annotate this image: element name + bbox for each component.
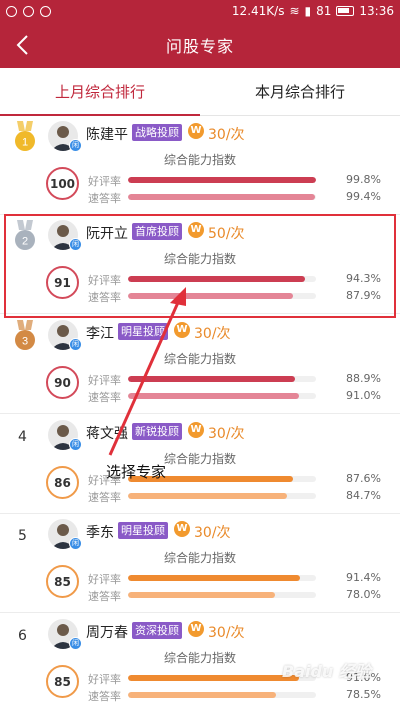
speed-rate-bar <box>128 592 316 598</box>
score-circle: 85 <box>46 665 79 698</box>
coin-icon: W <box>188 123 204 139</box>
coin-icon: W <box>188 621 204 637</box>
expert-name: 蒋文强 <box>86 426 128 442</box>
price-label: 30/次 <box>208 625 245 641</box>
ranking-tabs: 上月综合排行 本月综合排行 <box>0 68 400 116</box>
tab-this-month[interactable]: 本月综合排行 <box>200 68 400 115</box>
speed-rate-fill <box>128 194 315 200</box>
notification-icon <box>6 5 17 17</box>
expert-card[interactable]: 3 闲李江 明星投顾 W 30/次 综合能力指数 90 好评率 88.9% 速答率 91.0% <box>0 315 400 414</box>
medal-icon: 3 <box>15 320 35 350</box>
status-bar: 12.41K/s ≋ ▮ 81 13:36 <box>0 0 400 22</box>
expert-name: 李江 <box>86 326 114 342</box>
battery-level: 81 <box>316 4 332 18</box>
good-rate-fill <box>128 177 316 183</box>
price-label: 30/次 <box>208 426 245 442</box>
speed-rate-value: 78.0% <box>346 588 381 601</box>
good-rate-fill <box>128 376 296 382</box>
rank-number: 3 <box>22 336 28 348</box>
speed-rate-value: 78.5% <box>346 688 381 701</box>
network-speed: 12.41K/s <box>231 4 285 18</box>
back-button[interactable] <box>10 30 38 60</box>
highlight-box <box>4 214 396 318</box>
good-rate-label: 好评率 <box>88 573 121 586</box>
good-rate-bar <box>128 177 316 183</box>
speed-rate-bar <box>128 692 316 698</box>
expert-tag: 明星投顾 <box>118 522 168 539</box>
speed-rate-label: 速答率 <box>88 590 121 603</box>
annotation-label: 选择专家 <box>106 463 167 481</box>
tab-last-month[interactable]: 上月综合排行 <box>0 68 200 116</box>
score-circle: 85 <box>46 565 79 598</box>
watermark-logo: Baidu 经验 <box>282 662 371 681</box>
good-rate-value: 99.8% <box>346 173 381 186</box>
expert-card[interactable]: 1 闲陈建平 战略投顾 W 30/次 综合能力指数 100 好评率 99.8% 速答率 99.4% <box>0 116 400 215</box>
index-label: 综合能力指数 <box>163 452 236 466</box>
coin-icon: W <box>174 322 190 338</box>
speed-rate-value: 91.0% <box>346 389 381 402</box>
rank-number: 6 <box>18 628 27 644</box>
expert-tag: 新锐投顾 <box>132 423 182 440</box>
minus-icon <box>40 5 51 17</box>
price-label: 30/次 <box>194 525 231 541</box>
speed-rate-bar <box>128 393 316 399</box>
good-rate-value: 88.9% <box>346 372 381 385</box>
good-rate-value: 91.4% <box>346 571 381 584</box>
expert-tag: 战略投顾 <box>132 124 182 141</box>
speed-rate-bar <box>128 493 316 499</box>
good-rate-value: 87.6% <box>346 472 381 485</box>
index-label: 综合能力指数 <box>163 153 236 167</box>
index-label: 综合能力指数 <box>163 551 236 565</box>
rank-number: 1 <box>22 137 28 149</box>
chevron-left-icon <box>16 35 28 55</box>
good-rate-label: 好评率 <box>88 374 121 387</box>
score-circle: 100 <box>46 167 79 200</box>
speed-rate-fill <box>128 592 275 598</box>
expert-card[interactable]: 5 闲季东 明星投顾 W 30/次 综合能力指数 85 好评率 91.4% 速答率 78.0% <box>0 514 400 613</box>
speed-rate-label: 速答率 <box>88 491 121 504</box>
expert-name: 季东 <box>86 525 114 541</box>
clock: 13:36 <box>359 4 394 18</box>
coin-icon: W <box>188 422 204 438</box>
speed-rate-label: 速答率 <box>88 192 121 205</box>
expert-name: 陈建平 <box>86 127 128 143</box>
expert-tag: 资深投顾 <box>132 622 182 639</box>
speed-rate-value: 99.4% <box>346 190 381 203</box>
speed-rate-fill <box>128 393 300 399</box>
rank-number: 5 <box>18 528 27 544</box>
navigation-bar: 问股专家 <box>0 22 400 68</box>
speed-rate-fill <box>128 692 276 698</box>
expert-name: 周万春 <box>86 625 128 641</box>
page-title: 问股专家 <box>165 37 234 56</box>
signal-icon: ▮ <box>304 4 312 18</box>
speed-rate-label: 速答率 <box>88 690 121 703</box>
price-label: 30/次 <box>208 127 245 143</box>
app-screen: 12.41K/s ≋ ▮ 81 13:36 问股专家 上月综合排行 本月综合排行… <box>0 0 400 705</box>
score-circle: 90 <box>46 366 79 399</box>
score-circle: 86 <box>46 466 79 499</box>
good-rate-label: 好评率 <box>88 673 121 686</box>
expert-card[interactable]: 4 闲蒋文强 新锐投顾 W 30/次 综合能力指数 86 好评率 87.6% 速答率 84.7% <box>0 415 400 514</box>
wifi-icon: ≋ <box>289 4 300 18</box>
price-label: 30/次 <box>194 326 231 342</box>
expert-tag: 明星投顾 <box>118 323 168 340</box>
battery-icon <box>336 6 355 16</box>
good-rate-bar <box>128 376 316 382</box>
speed-rate-value: 84.7% <box>346 489 381 502</box>
speed-rate-fill <box>128 493 288 499</box>
good-rate-fill <box>128 675 300 681</box>
index-label: 综合能力指数 <box>163 352 236 366</box>
rank-number: 4 <box>18 429 27 445</box>
good-rate-fill <box>128 575 300 581</box>
speed-rate-bar <box>128 194 316 200</box>
medal-icon: 1 <box>15 121 35 151</box>
speed-rate-label: 速答率 <box>88 391 121 404</box>
good-rate-label: 好评率 <box>88 175 121 188</box>
app-icon <box>23 5 34 17</box>
good-rate-bar <box>128 575 316 581</box>
coin-icon: W <box>174 521 190 537</box>
